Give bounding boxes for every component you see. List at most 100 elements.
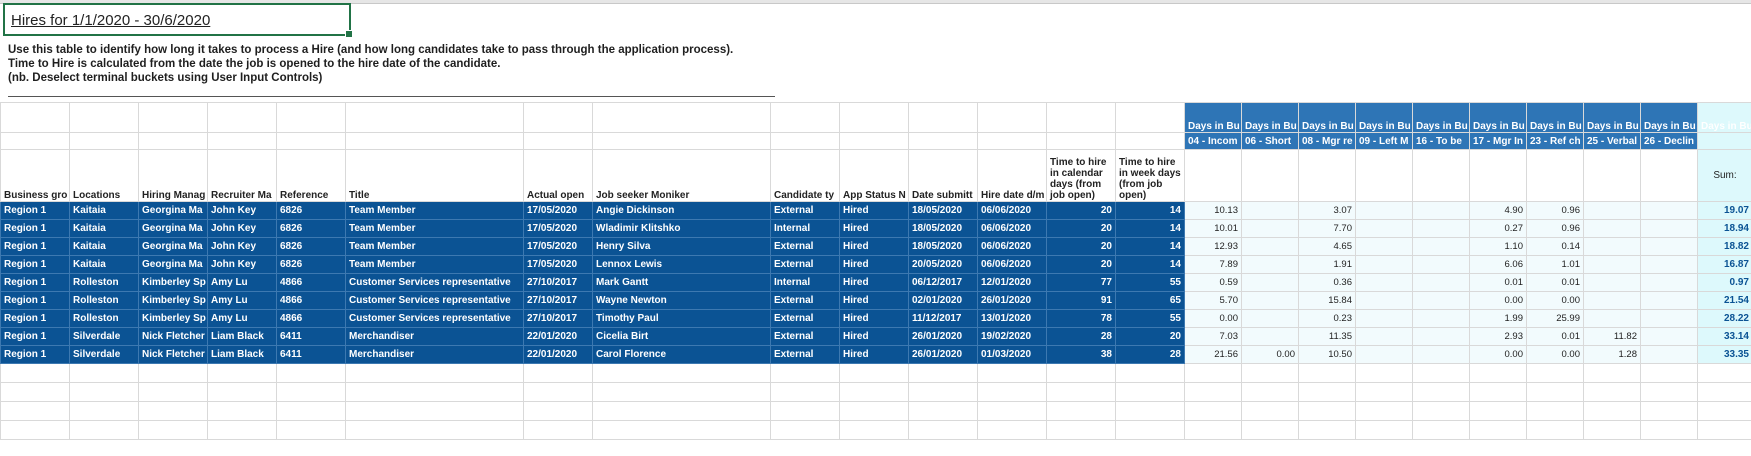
bucket-value-cell[interactable]: 10.01 [1184, 219, 1242, 238]
bucket-value-cell[interactable] [1412, 201, 1470, 220]
bucket-value-cell[interactable] [1583, 237, 1641, 256]
empty-cell[interactable] [523, 401, 593, 421]
empty-cell[interactable] [1412, 420, 1470, 440]
cell-hire[interactable]: 01/03/2020 [977, 345, 1047, 364]
empty-cell[interactable] [908, 132, 978, 150]
empty-cell[interactable] [1640, 420, 1698, 440]
cell-hire[interactable]: 12/01/2020 [977, 273, 1047, 292]
cell-cal[interactable]: 20 [1046, 219, 1116, 238]
empty-cell[interactable] [1355, 420, 1413, 440]
empty-cell[interactable] [138, 420, 208, 440]
bucket-value-cell[interactable]: 0.00 [1469, 291, 1527, 310]
bucket-column-header-empty[interactable] [1412, 149, 1470, 202]
row-sum-cell[interactable]: 18.94 [1697, 219, 1751, 238]
cell-open[interactable]: 17/05/2020 [523, 255, 593, 274]
cell-status[interactable]: Hired [839, 255, 909, 274]
bucket-header-top[interactable]: Days in Bu [1412, 102, 1470, 133]
empty-cell[interactable] [207, 382, 277, 402]
empty-cell[interactable] [1526, 363, 1584, 383]
bucket-value-cell[interactable] [1412, 345, 1470, 364]
cell-bg[interactable]: Region 1 [0, 201, 70, 220]
column-header[interactable]: Candidate ty [770, 149, 840, 202]
cell-bg[interactable]: Region 1 [0, 237, 70, 256]
cell-loc[interactable]: Silverdale [69, 345, 139, 364]
bucket-value-cell[interactable] [1241, 327, 1299, 346]
empty-cell[interactable] [1640, 363, 1698, 383]
cell-title[interactable]: Team Member [345, 255, 524, 274]
bucket-value-cell[interactable] [1640, 273, 1698, 292]
column-header[interactable]: Business gro [0, 149, 70, 202]
empty-cell[interactable] [592, 420, 771, 440]
empty-cell[interactable] [839, 102, 909, 133]
empty-cell[interactable] [523, 102, 593, 133]
cell-open[interactable]: 22/01/2020 [523, 345, 593, 364]
cell-title[interactable]: Customer Services representative [345, 273, 524, 292]
bucket-value-cell[interactable]: 21.56 [1184, 345, 1242, 364]
bucket-header-sub[interactable] [1697, 132, 1751, 150]
bucket-column-header-empty[interactable] [1184, 149, 1242, 202]
empty-cell[interactable] [1184, 363, 1242, 383]
cell-title[interactable]: Customer Services representative [345, 291, 524, 310]
bucket-column-header-empty[interactable] [1583, 149, 1641, 202]
bucket-value-cell[interactable]: 12.93 [1184, 237, 1242, 256]
empty-cell[interactable] [839, 420, 909, 440]
bucket-value-cell[interactable]: 25.99 [1526, 309, 1584, 328]
empty-cell[interactable] [1115, 401, 1185, 421]
bucket-value-cell[interactable] [1355, 291, 1413, 310]
empty-cell[interactable] [0, 363, 70, 383]
cell-rm[interactable]: Amy Lu [207, 309, 277, 328]
bucket-column-header-empty[interactable] [1241, 149, 1299, 202]
cell-hm[interactable]: Georgina Ma [138, 219, 208, 238]
cell-hire[interactable]: 19/02/2020 [977, 327, 1047, 346]
bucket-value-cell[interactable] [1583, 201, 1641, 220]
column-header[interactable]: Job seeker Moniker [592, 149, 771, 202]
bucket-header-sub[interactable]: 16 - To be [1412, 132, 1470, 150]
empty-cell[interactable] [592, 382, 771, 402]
bucket-header-top[interactable]: Days in Bu [1241, 102, 1299, 133]
bucket-value-cell[interactable] [1583, 219, 1641, 238]
bucket-value-cell[interactable] [1355, 201, 1413, 220]
cell-cal[interactable]: 20 [1046, 255, 1116, 274]
cell-cal[interactable]: 28 [1046, 327, 1116, 346]
cell-hire[interactable]: 13/01/2020 [977, 309, 1047, 328]
bucket-value-cell[interactable]: 0.00 [1241, 345, 1299, 364]
cell-hm[interactable]: Kimberley Sp [138, 273, 208, 292]
cell-rm[interactable]: John Key [207, 237, 277, 256]
empty-cell[interactable] [1241, 420, 1299, 440]
bucket-value-cell[interactable]: 6.06 [1469, 255, 1527, 274]
cell-sub[interactable]: 18/05/2020 [908, 237, 978, 256]
bucket-value-cell[interactable] [1241, 255, 1299, 274]
cell-loc[interactable]: Rolleston [69, 291, 139, 310]
empty-cell[interactable] [345, 420, 524, 440]
empty-cell[interactable] [1046, 363, 1116, 383]
row-sum-cell[interactable]: 16.87 [1697, 255, 1751, 274]
cell-bg[interactable]: Region 1 [0, 309, 70, 328]
cell-type[interactable]: Internal [770, 273, 840, 292]
cell-ref[interactable]: 6826 [276, 201, 346, 220]
empty-cell[interactable] [592, 363, 771, 383]
cell-sub[interactable]: 06/12/2017 [908, 273, 978, 292]
empty-cell[interactable] [1298, 363, 1356, 383]
cell-sub[interactable]: 11/12/2017 [908, 309, 978, 328]
cell-sub[interactable]: 26/01/2020 [908, 327, 978, 346]
cell-wk[interactable]: 28 [1115, 345, 1185, 364]
bucket-value-cell[interactable] [1355, 273, 1413, 292]
cell-sub[interactable]: 20/05/2020 [908, 255, 978, 274]
cell-cal[interactable]: 77 [1046, 273, 1116, 292]
bucket-column-header-empty[interactable] [1469, 149, 1527, 202]
bucket-value-cell[interactable] [1640, 291, 1698, 310]
cell-sub[interactable]: 26/01/2020 [908, 345, 978, 364]
empty-cell[interactable] [345, 363, 524, 383]
bucket-value-cell[interactable]: 11.35 [1298, 327, 1356, 346]
bucket-header-sub[interactable]: 23 - Ref ch [1526, 132, 1584, 150]
empty-cell[interactable] [1184, 420, 1242, 440]
empty-cell[interactable] [977, 132, 1047, 150]
cell-ref[interactable]: 4866 [276, 291, 346, 310]
bucket-value-cell[interactable]: 0.01 [1469, 273, 1527, 292]
bucket-value-cell[interactable]: 1.99 [1469, 309, 1527, 328]
bucket-value-cell[interactable]: 10.13 [1184, 201, 1242, 220]
bucket-header-sub[interactable]: 25 - Verbal [1583, 132, 1641, 150]
column-header[interactable]: Hire date d/m [977, 149, 1047, 202]
empty-cell[interactable] [1115, 420, 1185, 440]
cell-rm[interactable]: John Key [207, 201, 277, 220]
